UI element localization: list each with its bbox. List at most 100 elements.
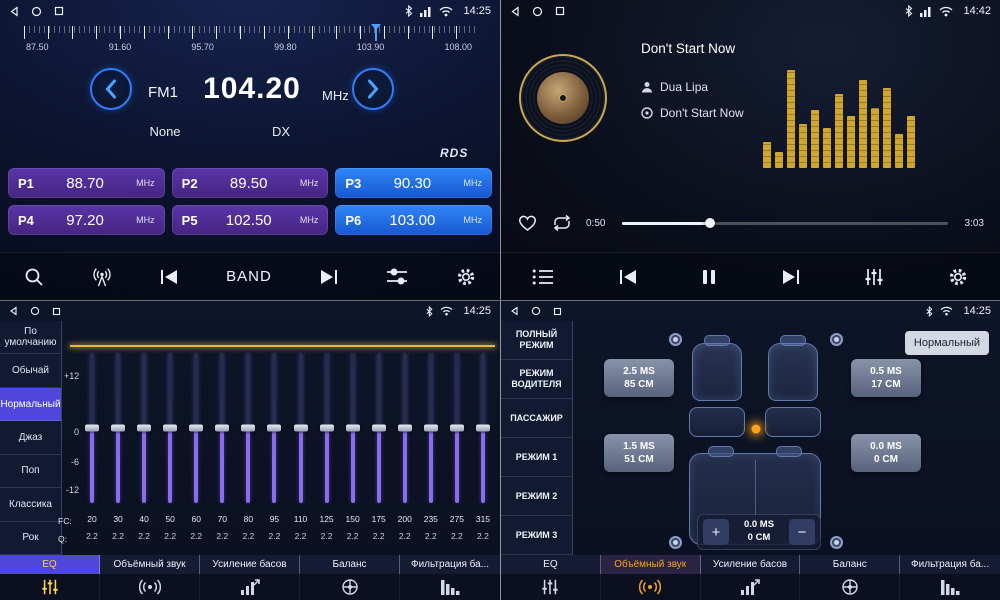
tab-eq[interactable]: EQ (0, 555, 100, 600)
eq-preset[interactable]: Джаз (0, 421, 61, 454)
eq-band-slider[interactable] (90, 353, 94, 503)
progress-track[interactable] (622, 222, 947, 225)
eq-band-slider[interactable] (299, 353, 303, 503)
listening-mode[interactable]: РЕЖИМ 2 (501, 477, 572, 516)
nav-recents-icon[interactable] (555, 6, 565, 16)
nav-home-icon[interactable] (532, 6, 543, 17)
search-button[interactable] (23, 266, 45, 288)
eq-preset[interactable]: Классика (0, 488, 61, 521)
eq-preset[interactable]: По умолчанию (0, 321, 61, 354)
eq-band-knob[interactable] (189, 425, 203, 432)
audio-settings-button[interactable] (385, 267, 409, 287)
eq-band-slider[interactable] (116, 353, 120, 503)
eq-band-knob[interactable] (424, 425, 438, 432)
eq-band-knob[interactable] (137, 425, 151, 432)
eq-band-slider[interactable] (455, 353, 459, 503)
eq-band-frequency: 70 (218, 514, 227, 524)
eq-band-slider[interactable] (429, 353, 433, 503)
tab-balance[interactable]: Баланс (300, 555, 400, 600)
broadcast-button[interactable] (91, 266, 113, 288)
band-button[interactable]: BAND (226, 268, 272, 285)
tune-up-button[interactable] (352, 68, 394, 110)
next-station-button[interactable] (318, 268, 340, 286)
eq-band-knob[interactable] (85, 425, 99, 432)
eq-band-knob[interactable] (163, 425, 177, 432)
eq-band-knob[interactable] (215, 425, 229, 432)
eq-preset[interactable]: Нормальный (0, 388, 61, 421)
settings-button[interactable] (947, 266, 969, 288)
eq-band-slider[interactable] (194, 353, 198, 503)
favorite-button[interactable] (517, 214, 538, 232)
radio-preset[interactable]: P5 102.50 MHz (172, 205, 329, 235)
progress-knob[interactable] (705, 218, 715, 228)
tab-filter[interactable]: Фильтрация ба... (900, 555, 1000, 600)
eq-band-slider[interactable] (377, 353, 381, 503)
previous-track-button[interactable] (617, 268, 639, 286)
tab-surround[interactable]: Объёмный звук (100, 555, 200, 600)
nav-recents-icon[interactable] (553, 307, 562, 316)
tab-filter[interactable]: Фильтрация ба... (400, 555, 500, 600)
nav-home-icon[interactable] (31, 6, 42, 17)
eq-band-slider[interactable] (481, 353, 485, 503)
eq-band-slider[interactable] (272, 353, 276, 503)
nav-home-icon[interactable] (531, 306, 541, 316)
playlist-button[interactable] (532, 268, 554, 286)
eq-band-knob[interactable] (346, 425, 360, 432)
settings-button[interactable] (455, 266, 477, 288)
eq-band-slider[interactable] (325, 353, 329, 503)
tune-down-button[interactable] (90, 68, 132, 110)
visualizer-bar (775, 152, 783, 168)
tab-bass-boost[interactable]: Усиление басов (701, 555, 801, 600)
pause-button[interactable] (701, 268, 717, 286)
eq-band-slider[interactable] (142, 353, 146, 503)
equalizer-button[interactable] (864, 267, 884, 287)
tab-eq[interactable]: EQ (501, 555, 601, 600)
sound-profile-button[interactable]: Нормальный (905, 331, 989, 355)
eq-band-knob[interactable] (241, 425, 255, 432)
eq-band-slider[interactable] (351, 353, 355, 503)
eq-band-slider[interactable] (246, 353, 250, 503)
eq-preset[interactable]: Обычай (0, 354, 61, 387)
fc-row-label: FC: (58, 516, 76, 526)
nav-recents-icon[interactable] (54, 6, 64, 16)
delay-increase-button[interactable]: + (703, 519, 729, 545)
radio-preset[interactable]: P3 90.30 MHz (335, 168, 492, 198)
eq-band-slider[interactable] (403, 353, 407, 503)
nav-back-icon[interactable] (9, 6, 19, 17)
eq-band-knob[interactable] (450, 425, 464, 432)
previous-station-button[interactable] (158, 268, 180, 286)
radio-preset[interactable]: P4 97.20 MHz (8, 205, 165, 235)
nav-back-icon[interactable] (510, 6, 520, 17)
listening-mode[interactable]: РЕЖИМ ВОДИТЕЛЯ (501, 360, 572, 399)
radio-preset[interactable]: P6 103.00 MHz (335, 205, 492, 235)
eq-band-knob[interactable] (476, 425, 490, 432)
listening-mode[interactable]: РЕЖИМ 1 (501, 438, 572, 477)
nav-back-icon[interactable] (510, 306, 519, 316)
nav-back-icon[interactable] (9, 306, 18, 316)
listening-mode[interactable]: РЕЖИМ 3 (501, 516, 572, 555)
eq-band-slider[interactable] (220, 353, 224, 503)
nav-home-icon[interactable] (30, 306, 40, 316)
filter-icon (400, 574, 500, 600)
tab-surround[interactable]: Объёмный звук (601, 555, 701, 600)
radio-preset[interactable]: P1 88.70 MHz (8, 168, 165, 198)
eq-band-knob[interactable] (372, 425, 386, 432)
eq-band-knob[interactable] (320, 425, 334, 432)
eq-band-slider[interactable] (168, 353, 172, 503)
nav-recents-icon[interactable] (52, 307, 61, 316)
radio-preset[interactable]: P2 89.50 MHz (172, 168, 329, 198)
listening-mode[interactable]: ПАССАЖИР (501, 399, 572, 438)
listening-mode[interactable]: ПОЛНЫЙ РЕЖИМ (501, 321, 572, 360)
tab-bass-boost[interactable]: Усиление басов (200, 555, 300, 600)
eq-band-knob[interactable] (398, 425, 412, 432)
repeat-button[interactable] (551, 214, 573, 232)
tab-balance[interactable]: Баланс (800, 555, 900, 600)
eq-band-knob[interactable] (294, 425, 308, 432)
eq-preset[interactable]: Рок (0, 522, 61, 555)
eq-preset[interactable]: Поп (0, 455, 61, 488)
next-track-button[interactable] (780, 268, 802, 286)
delay-decrease-button[interactable]: − (789, 519, 815, 545)
eq-band-knob[interactable] (111, 425, 125, 432)
speaker-rear-left-icon (669, 536, 682, 549)
eq-band-knob[interactable] (267, 425, 281, 432)
